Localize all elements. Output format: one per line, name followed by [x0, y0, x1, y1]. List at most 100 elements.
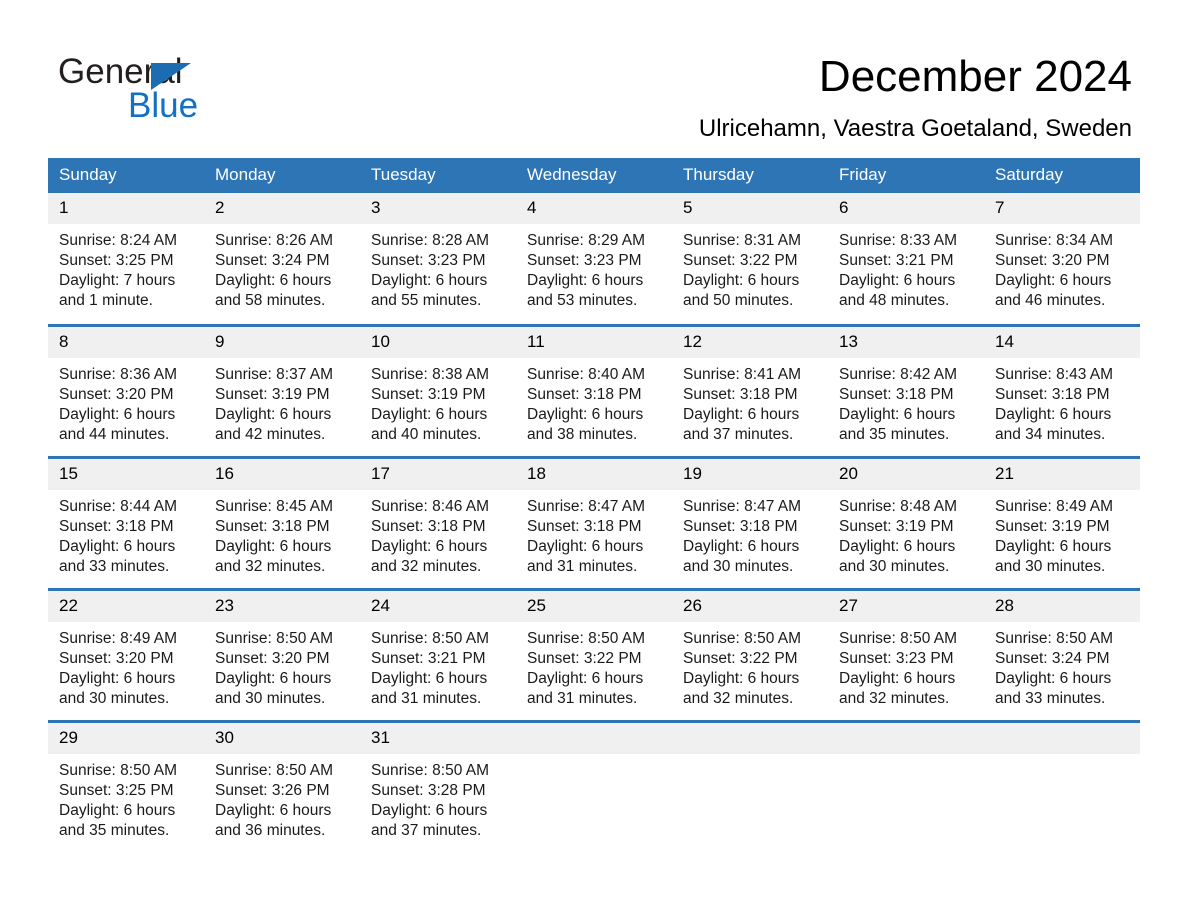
day-details: Sunrise: 8:44 AM Sunset: 3:18 PM Daylight:… — [48, 490, 204, 577]
sunrise-text: Sunrise: 8:46 AM — [371, 497, 490, 515]
daylight-text-line1: Daylight: 6 hours — [995, 669, 1112, 687]
calendar-day-cell[interactable]: 6 Sunrise: 8:33 AM Sunset: 3:21 PM Daylight… — [828, 193, 984, 325]
daylight-text-line2: and 44 minutes. — [59, 425, 170, 443]
day-details: Sunrise: 8:50 AM Sunset: 3:21 PM Daylight:… — [360, 622, 516, 709]
sunset-text: Sunset: 3:24 PM — [215, 252, 330, 269]
sunset-text: Sunset: 3:18 PM — [839, 385, 954, 403]
calendar-day-cell[interactable]: 31 Sunrise: 8:50 AM Sunset: 3:28 PM Dayligh… — [360, 719, 516, 853]
calendar-day-cell[interactable]: 16 Sunrise: 8:45 AM Sunset: 3:18 PM Dayligh… — [204, 455, 360, 589]
daylight-text-line2: and 31 minutes. — [527, 557, 638, 575]
calendar-day-cell[interactable]: 30 Sunrise: 8:50 AM Sunset: 3:26 PM Dayligh… — [204, 719, 360, 853]
calendar-day-cell[interactable]: 28 Sunrise: 8:50 AM Sunset: 3:24 PM Dayligh… — [984, 587, 1140, 721]
day-cell-content: 9 Sunrise: 8:37 AM Sunset: 3:19 PM Daylight… — [204, 326, 360, 456]
daylight-text-line1: Daylight: 6 hours — [839, 272, 956, 289]
day-details: Sunrise: 8:47 AM Sunset: 3:18 PM Daylight:… — [516, 490, 672, 577]
sunrise-text: Sunrise: 8:29 AM — [527, 232, 646, 249]
day-details: Sunrise: 8:49 AM Sunset: 3:19 PM Daylight:… — [984, 490, 1140, 577]
daylight-text-line2: and 30 minutes. — [59, 689, 170, 707]
day-cell-content: 17 Sunrise: 8:46 AM Sunset: 3:18 PM Dayligh… — [360, 458, 516, 588]
daylight-text-line1: Daylight: 6 hours — [371, 537, 488, 555]
calendar-day-cell[interactable]: 24 Sunrise: 8:50 AM Sunset: 3:21 PM Dayligh… — [360, 587, 516, 721]
calendar-day-cell[interactable]: 29 Sunrise: 8:50 AM Sunset: 3:25 PM Dayligh… — [48, 719, 204, 853]
sunrise-text: Sunrise: 8:44 AM — [59, 497, 178, 515]
daylight-text-line2: and 33 minutes. — [995, 689, 1106, 707]
sunset-text: Sunset: 3:20 PM — [995, 252, 1110, 269]
daylight-text-line2: and 53 minutes. — [527, 292, 638, 309]
daylight-text-line2: and 58 minutes. — [215, 292, 326, 309]
day-number: 14 — [984, 326, 1140, 358]
day-details — [516, 754, 672, 761]
calendar-day-cell[interactable]: 19 Sunrise: 8:47 AM Sunset: 3:18 PM Dayligh… — [672, 455, 828, 589]
sunset-text: Sunset: 3:26 PM — [215, 781, 330, 799]
daylight-text-line2: and 37 minutes. — [683, 425, 794, 443]
daylight-text-line1: Daylight: 6 hours — [527, 669, 644, 687]
day-cell-content: 5 Sunrise: 8:31 AM Sunset: 3:22 PM Daylight… — [672, 193, 828, 324]
day-cell-content: 27 Sunrise: 8:50 AM Sunset: 3:23 PM Dayligh… — [828, 590, 984, 720]
calendar-day-cell[interactable]: 25 Sunrise: 8:50 AM Sunset: 3:22 PM Dayligh… — [516, 587, 672, 721]
calendar-day-cell[interactable]: 13 Sunrise: 8:42 AM Sunset: 3:18 PM Dayligh… — [828, 323, 984, 457]
calendar-day-cell[interactable]: 17 Sunrise: 8:46 AM Sunset: 3:18 PM Dayligh… — [360, 455, 516, 589]
calendar-day-cell[interactable] — [828, 719, 984, 853]
sunrise-text: Sunrise: 8:28 AM — [371, 232, 490, 249]
day-details: Sunrise: 8:49 AM Sunset: 3:20 PM Daylight:… — [48, 622, 204, 709]
daylight-text-line2: and 42 minutes. — [215, 425, 326, 443]
calendar-day-cell[interactable] — [984, 719, 1140, 853]
calendar-day-cell[interactable]: 5 Sunrise: 8:31 AM Sunset: 3:22 PM Daylight… — [672, 193, 828, 325]
sunrise-text: Sunrise: 8:50 AM — [371, 629, 490, 647]
calendar-day-cell[interactable]: 22 Sunrise: 8:49 AM Sunset: 3:20 PM Dayligh… — [48, 587, 204, 721]
daylight-text-line1: Daylight: 6 hours — [59, 669, 176, 687]
daylight-text-line1: Daylight: 6 hours — [527, 405, 644, 423]
calendar-body: 1 Sunrise: 8:24 AM Sunset: 3:25 PM Daylight… — [48, 193, 1140, 853]
calendar-day-cell[interactable]: 20 Sunrise: 8:48 AM Sunset: 3:19 PM Dayligh… — [828, 455, 984, 589]
daylight-text-line2: and 38 minutes. — [527, 425, 638, 443]
brand-name-blue: Blue — [128, 86, 199, 125]
calendar-day-cell[interactable]: 7 Sunrise: 8:34 AM Sunset: 3:20 PM Daylight… — [984, 193, 1140, 325]
calendar-day-cell[interactable]: 2 Sunrise: 8:26 AM Sunset: 3:24 PM Daylight… — [204, 193, 360, 325]
calendar-day-cell[interactable]: 9 Sunrise: 8:37 AM Sunset: 3:19 PM Daylight… — [204, 323, 360, 457]
day-details: Sunrise: 8:24 AM Sunset: 3:25 PM Daylight:… — [48, 224, 204, 311]
day-cell-content: 14 Sunrise: 8:43 AM Sunset: 3:18 PM Dayligh… — [984, 326, 1140, 456]
page-subtitle: Ulricehamn, Vaestra Goetaland, Sweden — [698, 115, 1132, 142]
calendar-day-cell[interactable]: 18 Sunrise: 8:47 AM Sunset: 3:18 PM Dayligh… — [516, 455, 672, 589]
day-number: 7 — [984, 193, 1140, 224]
daylight-text-line2: and 30 minutes. — [995, 557, 1106, 575]
calendar-day-cell[interactable]: 3 Sunrise: 8:28 AM Sunset: 3:23 PM Daylight… — [360, 193, 516, 325]
day-cell-content: 24 Sunrise: 8:50 AM Sunset: 3:21 PM Dayligh… — [360, 590, 516, 720]
daylight-text-line1: Daylight: 6 hours — [215, 405, 332, 423]
calendar-day-cell[interactable]: 23 Sunrise: 8:50 AM Sunset: 3:20 PM Dayligh… — [204, 587, 360, 721]
sunrise-text: Sunrise: 8:50 AM — [683, 629, 802, 647]
calendar-week-row: 15 Sunrise: 8:44 AM Sunset: 3:18 PM Dayligh… — [48, 455, 1140, 589]
calendar-day-cell[interactable]: 11 Sunrise: 8:40 AM Sunset: 3:18 PM Dayligh… — [516, 323, 672, 457]
sunrise-text: Sunrise: 8:45 AM — [215, 497, 334, 515]
day-cell-content — [672, 722, 828, 854]
calendar-day-cell[interactable]: 27 Sunrise: 8:50 AM Sunset: 3:23 PM Dayligh… — [828, 587, 984, 721]
calendar-day-cell[interactable]: 15 Sunrise: 8:44 AM Sunset: 3:18 PM Dayligh… — [48, 455, 204, 589]
calendar-day-cell[interactable]: 14 Sunrise: 8:43 AM Sunset: 3:18 PM Dayligh… — [984, 323, 1140, 457]
day-details: Sunrise: 8:50 AM Sunset: 3:20 PM Daylight:… — [204, 622, 360, 709]
weekday-header-saturday: Saturday — [984, 158, 1140, 193]
calendar-day-cell[interactable] — [516, 719, 672, 853]
calendar-day-cell[interactable]: 10 Sunrise: 8:38 AM Sunset: 3:19 PM Dayligh… — [360, 323, 516, 457]
calendar-day-cell[interactable]: 1 Sunrise: 8:24 AM Sunset: 3:25 PM Daylight… — [48, 193, 204, 325]
calendar-day-cell[interactable]: 4 Sunrise: 8:29 AM Sunset: 3:23 PM Daylight… — [516, 193, 672, 325]
day-details: Sunrise: 8:38 AM Sunset: 3:19 PM Daylight:… — [360, 358, 516, 445]
weekday-header-friday: Friday — [828, 158, 984, 193]
day-details — [828, 754, 984, 761]
daylight-text-line1: Daylight: 6 hours — [995, 405, 1112, 423]
day-cell-content: 2 Sunrise: 8:26 AM Sunset: 3:24 PM Daylight… — [204, 193, 360, 324]
calendar-day-cell[interactable]: 12 Sunrise: 8:41 AM Sunset: 3:18 PM Dayligh… — [672, 323, 828, 457]
calendar-day-cell[interactable]: 26 Sunrise: 8:50 AM Sunset: 3:22 PM Dayligh… — [672, 587, 828, 721]
brand-logo[interactable]: General Blue — [58, 52, 398, 125]
calendar-day-cell[interactable]: 8 Sunrise: 8:36 AM Sunset: 3:20 PM Daylight… — [48, 323, 204, 457]
calendar-day-cell[interactable]: 21 Sunrise: 8:49 AM Sunset: 3:19 PM Dayligh… — [984, 455, 1140, 589]
sunset-text: Sunset: 3:25 PM — [59, 781, 174, 799]
calendar-day-cell[interactable] — [672, 719, 828, 854]
daylight-text-line2: and 50 minutes. — [683, 292, 794, 309]
calendar-page: General Blue December 2024 Ulricehamn, V… — [0, 0, 1188, 918]
day-details — [984, 754, 1140, 761]
sunrise-text: Sunrise: 8:48 AM — [839, 497, 958, 515]
day-details: Sunrise: 8:50 AM Sunset: 3:23 PM Daylight:… — [828, 622, 984, 709]
day-number: 29 — [48, 722, 204, 754]
daylight-text-line2: and 34 minutes. — [995, 425, 1106, 443]
day-number: 22 — [48, 590, 204, 622]
